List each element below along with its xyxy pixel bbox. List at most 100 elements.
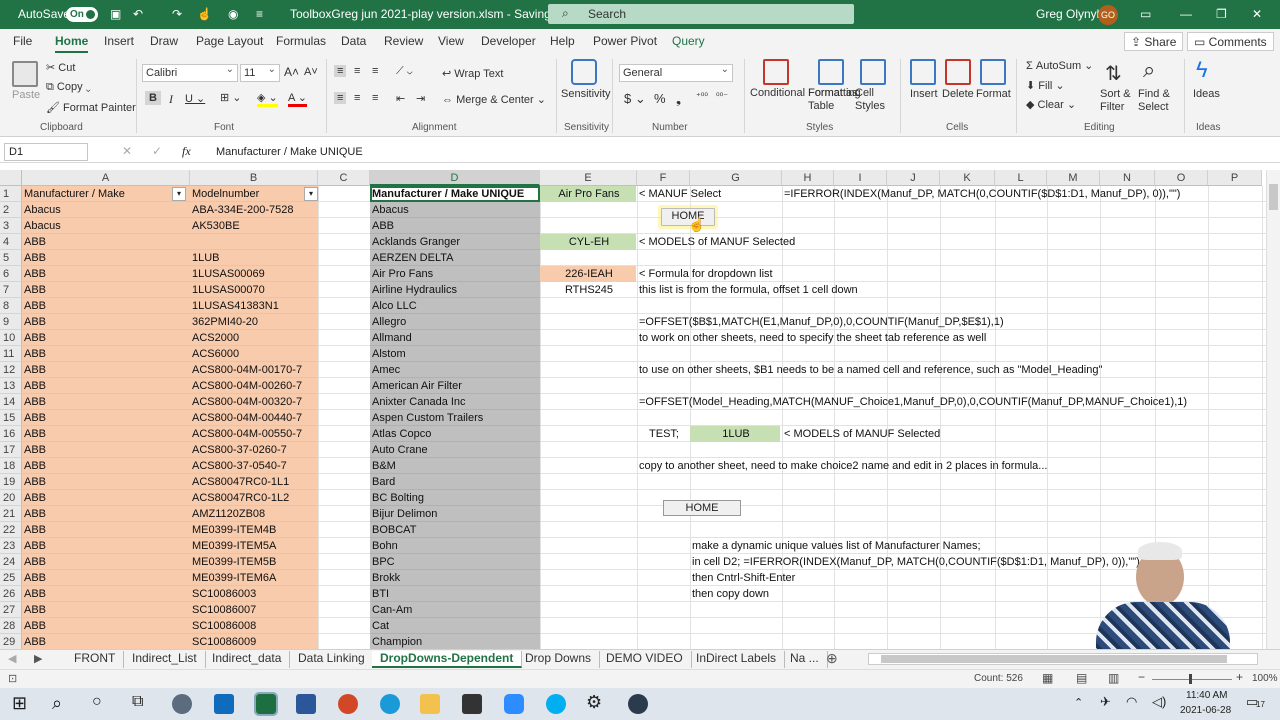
increase-indent-icon[interactable]: ⇥: [416, 92, 425, 105]
zoom-in-icon[interactable]: +: [1236, 670, 1243, 684]
tray-chevron-icon[interactable]: ⌃: [1074, 696, 1083, 709]
insert-cells-button[interactable]: Insert: [910, 88, 938, 100]
horizontal-scrollbar[interactable]: [868, 653, 1258, 665]
row-header-23[interactable]: 23: [0, 538, 22, 554]
row-header-26[interactable]: 26: [0, 586, 22, 602]
cell-b28[interactable]: SC10086008: [190, 618, 318, 634]
network-icon[interactable]: ✈: [1100, 694, 1111, 710]
find-select-icon[interactable]: ⌕: [1143, 57, 1155, 83]
row-header-3[interactable]: 3: [0, 218, 22, 234]
cell-d6[interactable]: Air Pro Fans: [370, 266, 540, 282]
row-header-5[interactable]: 5: [0, 250, 22, 266]
cell-b22[interactable]: ME0399-ITEM4B: [190, 522, 318, 538]
cell-d9[interactable]: Allegro: [370, 314, 540, 330]
tab-query[interactable]: Query: [672, 34, 705, 48]
tab-data[interactable]: Data: [341, 34, 366, 48]
column-header-j[interactable]: J: [887, 170, 940, 186]
app-icon-2[interactable]: [462, 694, 482, 714]
cell-g23[interactable]: make a dynamic unique values list of Man…: [690, 538, 981, 554]
cell-a16[interactable]: ABB: [22, 426, 190, 442]
share-button[interactable]: ⇪ Share: [1124, 32, 1184, 51]
cell-f10[interactable]: to work on other sheets, need to specify…: [637, 330, 986, 346]
cell-a2[interactable]: Abacus: [22, 202, 190, 218]
cell-a11[interactable]: ABB: [22, 346, 190, 362]
font-name-select[interactable]: Calibri: [142, 64, 238, 82]
column-header-k[interactable]: K: [940, 170, 995, 186]
format-cells-icon[interactable]: [980, 59, 1006, 85]
row-header-7[interactable]: 7: [0, 282, 22, 298]
cell-a29[interactable]: ABB: [22, 634, 190, 649]
cell-a25[interactable]: ABB: [22, 570, 190, 586]
task-view-icon[interactable]: ⧉: [132, 693, 143, 711]
row-header-16[interactable]: 16: [0, 426, 22, 442]
row-header-28[interactable]: 28: [0, 618, 22, 634]
cell-d2[interactable]: Abacus: [370, 202, 540, 218]
vertical-scroll-thumb[interactable]: [1269, 184, 1278, 210]
increase-font-icon[interactable]: A˄: [284, 65, 299, 79]
cell-d28[interactable]: Cat: [370, 618, 540, 634]
column-header-o[interactable]: O: [1155, 170, 1208, 186]
cell-d4[interactable]: Acklands Granger: [370, 234, 540, 250]
file-explorer-icon[interactable]: [420, 694, 440, 714]
cell-f6[interactable]: < Formula for dropdown list: [637, 266, 773, 282]
ideas-icon[interactable]: ϟ: [1196, 57, 1208, 83]
minimize-icon[interactable]: —: [1180, 7, 1192, 21]
cut-button[interactable]: ✂ Cut: [46, 61, 75, 74]
cell-b17[interactable]: ACS800-37-0260-7: [190, 442, 318, 458]
sheet-tab-na[interactable]: Na ...: [782, 651, 828, 668]
cell-b13[interactable]: ACS800-04M-00260-7: [190, 378, 318, 394]
cell-a17[interactable]: ABB: [22, 442, 190, 458]
cell-a24[interactable]: ABB: [22, 554, 190, 570]
cell-f4[interactable]: < MODELS of MANUF Selected: [637, 234, 795, 250]
tab-home[interactable]: Home: [55, 34, 89, 53]
cell-d10[interactable]: Allmand: [370, 330, 540, 346]
cell-a27[interactable]: ABB: [22, 602, 190, 618]
column-header-e[interactable]: E: [540, 170, 637, 186]
avatar[interactable]: GO: [1098, 5, 1118, 25]
cell-d17[interactable]: Auto Crane: [370, 442, 540, 458]
new-sheet-icon[interactable]: ⊕: [826, 650, 838, 667]
enter-icon[interactable]: ✓: [152, 144, 162, 158]
align-top-icon[interactable]: ≡: [334, 65, 347, 77]
fill-button[interactable]: ⬇ Fill ⌄: [1026, 79, 1065, 92]
cell-e7[interactable]: RTHS245: [540, 282, 636, 298]
sheet-tab-front[interactable]: FRONT: [66, 651, 125, 668]
merge-center-button[interactable]: ⇔ Merge & Center ⌄: [442, 93, 546, 106]
cell-a28[interactable]: ABB: [22, 618, 190, 634]
sheet-tab-indirect-list[interactable]: Indirect_List: [124, 651, 206, 668]
cell-a21[interactable]: ABB: [22, 506, 190, 522]
cell-d23[interactable]: Bohn: [370, 538, 540, 554]
tab-formulas[interactable]: Formulas: [276, 34, 326, 48]
undo-icon[interactable]: ↶: [133, 7, 143, 21]
insert-function-icon[interactable]: fx: [182, 144, 191, 159]
cell-b8[interactable]: 1LUSAS41383N1: [190, 298, 318, 314]
filter-dropdown-a[interactable]: ▾: [172, 187, 186, 201]
cell-a22[interactable]: ABB: [22, 522, 190, 538]
cell-d12[interactable]: Amec: [370, 362, 540, 378]
zoom-level[interactable]: 100%: [1252, 673, 1278, 684]
find-select-button[interactable]: Find & Select: [1138, 88, 1176, 114]
align-right-icon[interactable]: ≡: [372, 92, 378, 104]
cell-b24[interactable]: ME0399-ITEM5B: [190, 554, 318, 570]
cell-d21[interactable]: Bijur Delimon: [370, 506, 540, 522]
page-break-view-icon[interactable]: ▥: [1108, 671, 1119, 685]
cell-e4[interactable]: CYL-EH: [540, 234, 636, 250]
cell-e1[interactable]: Air Pro Fans: [540, 186, 636, 202]
decrease-decimal-icon[interactable]: ⁰⁰⁻: [716, 91, 728, 102]
tab-insert[interactable]: Insert: [104, 34, 134, 48]
cancel-icon[interactable]: ✕: [122, 144, 132, 158]
name-box[interactable]: D1: [4, 143, 88, 161]
row-header-4[interactable]: 4: [0, 234, 22, 250]
cell-b16[interactable]: ACS800-04M-00550-7: [190, 426, 318, 442]
cell-a4[interactable]: ABB: [22, 234, 190, 250]
tab-draw[interactable]: Draw: [150, 34, 178, 48]
vertical-scrollbar[interactable]: [1266, 170, 1280, 649]
copy-button[interactable]: ⧉ Copy ⌄: [46, 81, 91, 94]
normal-view-icon[interactable]: ▦: [1042, 671, 1053, 685]
cell-d1[interactable]: Manufacturer / Make UNIQUE: [370, 186, 540, 202]
row-header-27[interactable]: 27: [0, 602, 22, 618]
edge-icon[interactable]: [380, 694, 400, 714]
column-header-n[interactable]: N: [1100, 170, 1155, 186]
cell-b29[interactable]: SC10086009: [190, 634, 318, 649]
cell-d11[interactable]: Alstom: [370, 346, 540, 362]
